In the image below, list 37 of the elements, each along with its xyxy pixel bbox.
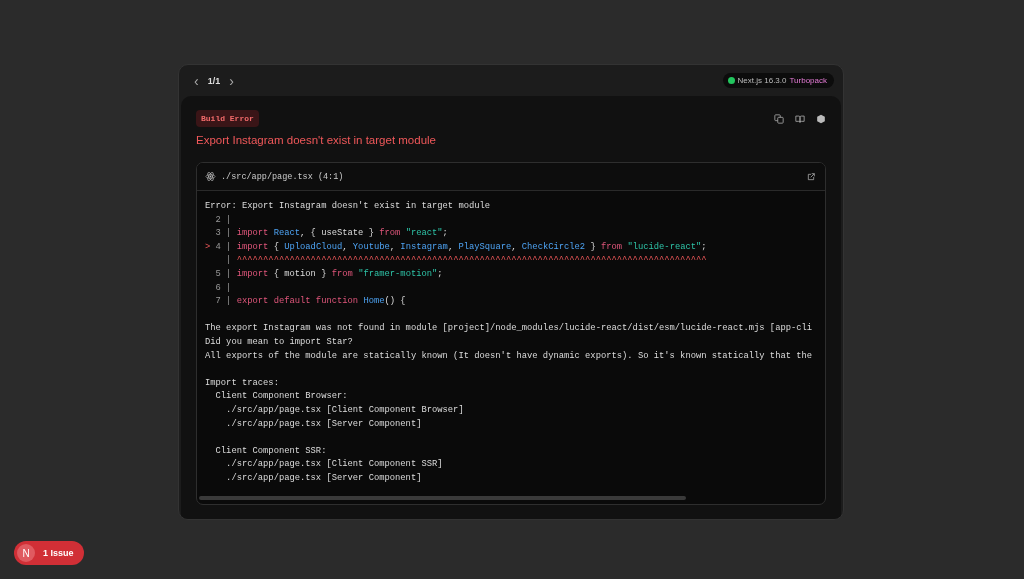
book-icon[interactable] xyxy=(795,113,805,124)
external-link-icon[interactable] xyxy=(807,172,815,181)
code-line: Error: Export Instagram doesn't exist in target module xyxy=(205,200,491,213)
previous-button[interactable]: ‹ xyxy=(191,73,202,88)
code-line: Client Component Browser: xyxy=(214,390,348,404)
page-count: 1/1 xyxy=(207,75,221,86)
copy-icon[interactable] xyxy=(774,113,784,124)
code-line: Client Component SSR: xyxy=(214,444,327,458)
code-line: | ^^^^^^^^^^^^^^^^^^^^^^^^^^^^^^^^^^^^^^^^^^^^^^^^^^^^^^^^^^^^^^^^^^^^^^^^^^^^^^^^^^^^^^^^^ xyxy=(225,254,707,268)
version-text: Next.js 16.3.0 xyxy=(737,76,787,85)
code-line: ./src/app/page.tsx [Server Component] xyxy=(225,471,422,485)
code-line: 2 | xyxy=(214,213,232,227)
scrollbar-thumb[interactable] xyxy=(199,496,686,500)
atom-icon xyxy=(205,171,216,182)
code-line: 5 | import { motion } from "framer-motion"; xyxy=(214,267,443,281)
status-dot xyxy=(727,77,735,84)
file-path: ./src/app/page.tsx (4:1) xyxy=(221,171,345,182)
code-line: 7 | export default function Home() { xyxy=(214,295,406,309)
error-label: Build Error xyxy=(196,110,259,127)
issues-badge[interactable]: N 1 Issue xyxy=(14,541,84,565)
code-line: ./src/app/page.tsx [Client Component SSR] xyxy=(225,458,443,472)
code-line: ./src/app/page.tsx [Client Component Browser] xyxy=(225,403,464,417)
logo-text: N xyxy=(17,544,35,562)
error-title: Export Instagram doesn't exist in target module xyxy=(196,134,437,146)
code-line: 6 | xyxy=(214,281,232,295)
version-badge[interactable]: Next.js 16.3.0 Turbopack xyxy=(722,73,834,88)
code-line: Did you mean to import Star? xyxy=(205,335,353,349)
code-line: The export Instagram was not found in module [project]/node_modules/lucide-react/dist/esm/lucide-react.mjs [app-cli xyxy=(205,322,813,336)
code-line: All exports of the module are statically known (It doesn't have dynamic exports). So it's known statically that the xyxy=(205,349,813,363)
bundler-text: Turbopack xyxy=(789,76,827,85)
hexagon-icon[interactable] xyxy=(816,113,826,124)
next-button[interactable]: › xyxy=(226,73,237,88)
code-line: ./src/app/page.tsx [Server Component] xyxy=(225,417,422,431)
code-line: 3 | import React, { useState } from "react"; xyxy=(214,227,448,241)
issue-count: 1 Issue xyxy=(43,548,74,558)
code-line: > 4 | import { UploadCloud, Youtube, Instagram, PlaySquare, CheckCircle2 } from "lucide-react"; xyxy=(205,240,707,254)
code-line: Import traces: xyxy=(205,376,279,390)
